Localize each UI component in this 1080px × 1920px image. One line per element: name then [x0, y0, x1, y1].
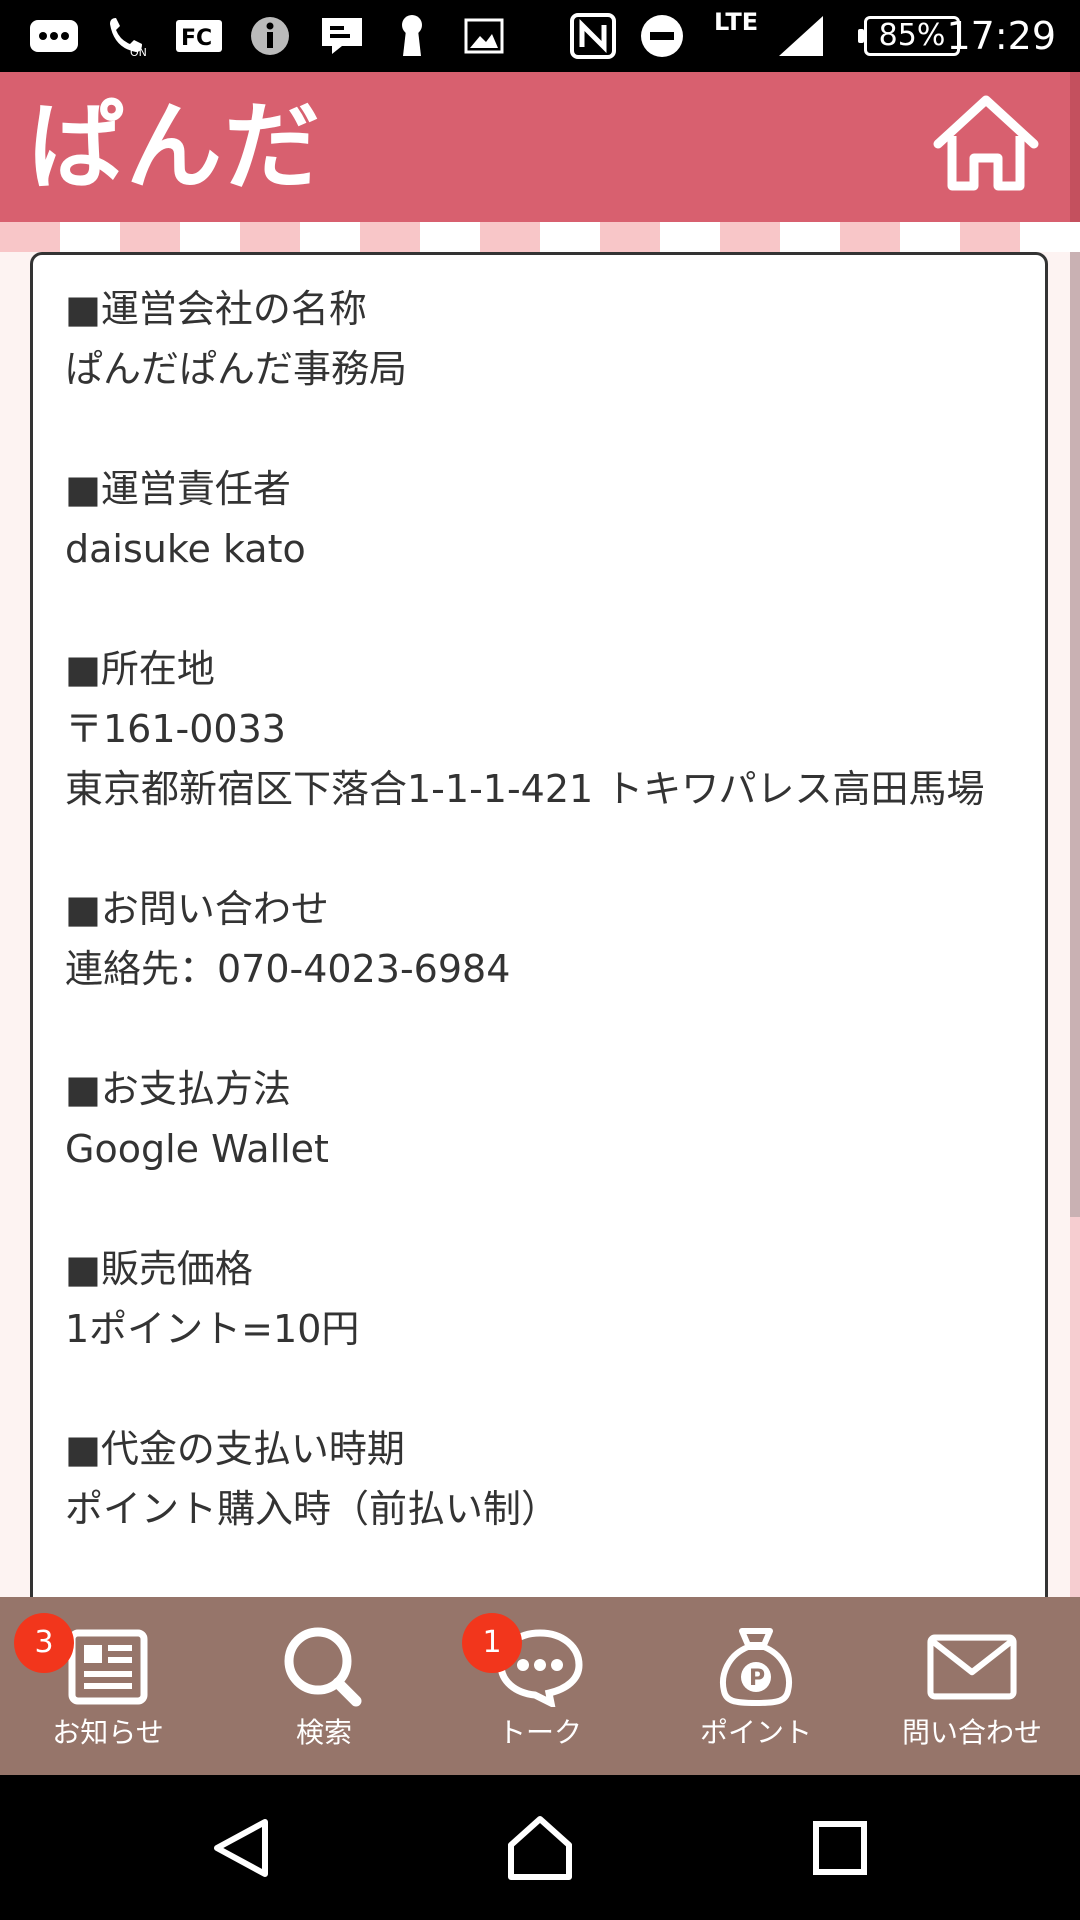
app-header: ぱんだ — [0, 72, 1080, 222]
info-icon — [248, 14, 292, 58]
nav-label: お知らせ — [52, 1716, 164, 1749]
news-icon — [63, 1625, 153, 1709]
mail-icon — [927, 1625, 1017, 1709]
svg-text:P: P — [749, 1666, 765, 1691]
info-section: 代金の支払い時期 ポイント購入時（前払い制） — [65, 1419, 1013, 1539]
nav-label: 検索 — [295, 1716, 352, 1749]
info-section: お支払方法 Google Wallet — [65, 1059, 1013, 1179]
image-icon — [462, 14, 506, 58]
section-line: 1ポイント=10円 — [65, 1307, 360, 1351]
clock: 17:29 — [946, 14, 1056, 58]
app-logo[interactable]: ぱんだ — [28, 92, 322, 202]
section-title: 代金の支払い時期 — [65, 1419, 1013, 1479]
home-nav-icon[interactable] — [495, 1803, 585, 1893]
search-icon — [279, 1625, 369, 1709]
section-line: Google Wallet — [65, 1127, 329, 1171]
nav-talk[interactable]: トーク 1 — [432, 1597, 648, 1775]
section-line: ポイント購入時（前払い制） — [65, 1487, 560, 1531]
info-section: 運営責任者 daisuke kato — [65, 459, 1013, 579]
section-line: daisuke kato — [65, 527, 306, 571]
nav-news[interactable]: お知らせ 3 — [0, 1597, 216, 1775]
notification-badge: 3 — [14, 1613, 74, 1673]
recents-icon[interactable] — [795, 1803, 885, 1893]
decorative-stripe — [0, 222, 1080, 252]
info-section: 運営会社の名称 ぱんだぱんだ事務局 — [65, 279, 1013, 399]
info-section: 販売価格 1ポイント=10円 — [65, 1239, 1013, 1359]
section-line: ぱんだぱんだ事務局 — [65, 347, 408, 391]
signal-icon — [776, 14, 826, 58]
scrollbar-top — [1070, 72, 1080, 222]
nav-point[interactable]: P ポイント — [648, 1597, 864, 1775]
section-title: お支払方法 — [65, 1059, 1013, 1119]
svg-text:FC: FC — [181, 26, 212, 51]
section-title: 所在地 — [65, 639, 1013, 699]
lte-label: LTE — [714, 8, 759, 36]
nav-label: 問い合わせ — [901, 1716, 1042, 1749]
info-section: お問い合わせ 連絡先：070-4023-6984 — [65, 879, 1013, 999]
home-icon — [933, 95, 1039, 191]
bottom-nav: お知らせ 3 検索 トーク 1 P ポイント 問い合わせ — [0, 1597, 1080, 1775]
section-title: お問い合わせ — [65, 879, 1013, 939]
wifi-calling-icon: ON — [102, 14, 152, 58]
more-icon — [26, 14, 82, 58]
nav-label: ポイント — [699, 1716, 812, 1749]
keyhole-icon — [394, 14, 430, 58]
section-title: 運営責任者 — [65, 459, 1013, 519]
back-icon[interactable] — [196, 1803, 286, 1893]
nfc-icon — [568, 13, 618, 59]
section-title: 販売価格 — [65, 1239, 1013, 1299]
nav-label: トーク — [497, 1716, 582, 1749]
nav-contact[interactable]: 問い合わせ — [864, 1597, 1080, 1775]
section-line: 〒161-0033 — [65, 707, 286, 751]
section-line: 東京都新宿区下落合1-1-1-421 トキワパレス高田馬場 — [65, 767, 985, 811]
svg-text:ON: ON — [130, 46, 147, 58]
do-not-disturb-icon — [638, 14, 686, 58]
notification-badge: 1 — [462, 1613, 522, 1673]
section-line: 連絡先：070-4023-6984 — [65, 947, 511, 991]
system-nav-bar — [0, 1775, 1080, 1920]
point-bag-icon: P — [711, 1625, 801, 1709]
nav-search[interactable]: 検索 — [216, 1597, 432, 1775]
scrollbar-thumb[interactable] — [1070, 252, 1080, 1217]
home-button[interactable] — [930, 94, 1042, 194]
info-section: 所在地 〒161-0033 東京都新宿区下落合1-1-1-421 トキワパレス高… — [65, 639, 1013, 819]
section-title: 運営会社の名称 — [65, 279, 1013, 339]
status-bar: ON FC LTE 85% 17:29 — [0, 0, 1080, 72]
fc-icon: FC — [174, 14, 224, 58]
company-info-card: 運営会社の名称 ぱんだぱんだ事務局 運営責任者 daisuke kato 所在地… — [30, 252, 1048, 1652]
message-icon — [318, 14, 366, 58]
